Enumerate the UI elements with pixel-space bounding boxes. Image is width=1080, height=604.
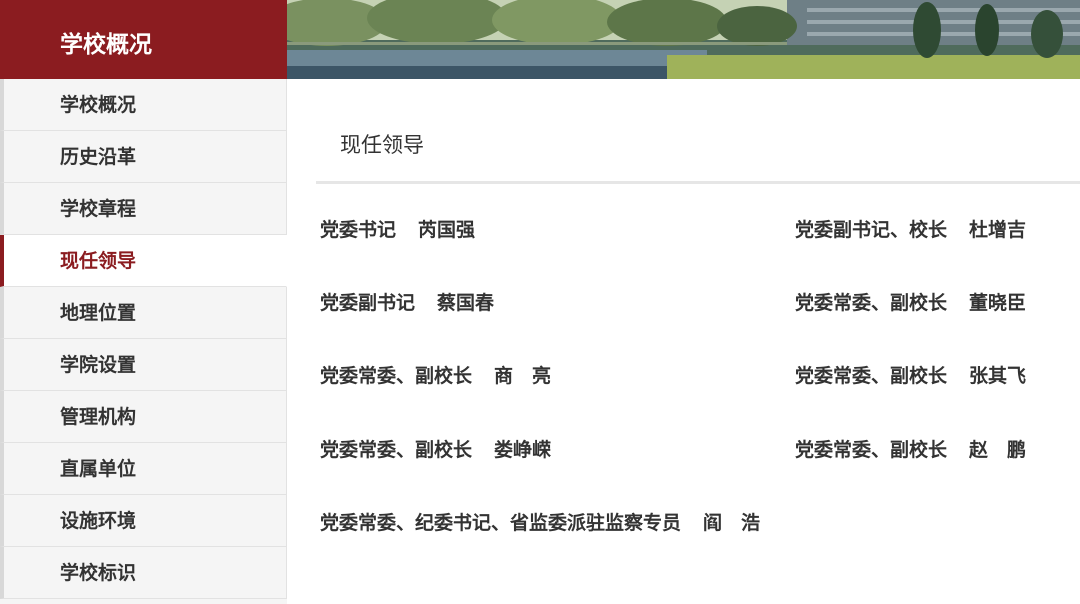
leader-title: 党委常委、纪委书记、省监委派驻监察专员	[320, 512, 682, 534]
main-content: 现任领导 党委书记 芮国强 党委副书记、校长 杜增吉 党委副书记 蔡国春 党委常委、副…	[287, 79, 1080, 604]
leader-entry: 党委常委、副校长赵 鹏	[795, 435, 1026, 462]
sidebar-item-identity[interactable]: 学校标识	[0, 547, 287, 599]
sidebar-nav: 学校概况 历史沿革 学校章程 现任领导 地理位置 学院设置 管理机构 直属单位 …	[0, 79, 287, 599]
leader-name: 商 亮	[494, 365, 552, 387]
leader-title: 党委书记	[320, 219, 397, 241]
leader-title: 党委副书记	[320, 292, 416, 314]
leader-entry: 党委常委、纪委书记、省监委派驻监察专员阎 浩	[320, 508, 760, 535]
leader-title: 党委常委、副校长	[795, 439, 948, 461]
leader-name: 杜增吉	[969, 219, 1027, 241]
leader-title: 党委常委、副校长	[795, 365, 948, 387]
title-divider	[316, 181, 1080, 184]
leader-title: 党委常委、副校长	[795, 292, 948, 314]
campus-banner-image	[287, 0, 1080, 79]
leader-entry: 党委副书记 蔡国春	[320, 288, 494, 315]
leader-name: 董晓臣	[969, 292, 1027, 314]
leader-name: 芮国强	[418, 219, 476, 241]
leader-title: 党委常委、副校长	[320, 365, 473, 387]
leader-name: 蔡国春	[437, 292, 495, 314]
sidebar-item-charter[interactable]: 学校章程	[0, 183, 287, 235]
leader-entry: 党委常委、副校长 张其飞	[795, 361, 1026, 388]
leader-name: 娄峥嵘	[494, 439, 552, 461]
leader-name: 阎 浩	[703, 512, 761, 534]
sidebar-item-history[interactable]: 历史沿革	[0, 131, 287, 183]
leader-entry: 党委常委、副校长 董晓臣	[795, 288, 1026, 315]
sidebar-item-overview[interactable]: 学校概况	[0, 79, 287, 131]
sidebar-title: 学校概况	[0, 0, 287, 79]
sidebar-item-administration[interactable]: 管理机构	[0, 391, 287, 443]
leader-name: 张其飞	[969, 365, 1027, 387]
leader-entry: 党委常委、副校长 娄峥嵘	[320, 435, 551, 462]
leader-title: 党委副书记、校长	[795, 219, 948, 241]
sidebar-item-location[interactable]: 地理位置	[0, 287, 287, 339]
leader-name: 赵 鹏	[969, 439, 1027, 461]
sidebar-item-current-leaders[interactable]: 现任领导	[0, 235, 287, 287]
leader-entry: 党委书记 芮国强	[320, 215, 475, 242]
leader-entry: 党委副书记、校长 杜增吉	[795, 215, 1026, 242]
sidebar-item-colleges[interactable]: 学院设置	[0, 339, 287, 391]
leader-entry: 党委常委、副校长商 亮	[320, 361, 551, 388]
sidebar-item-affiliated-units[interactable]: 直属单位	[0, 443, 287, 495]
leader-title: 党委常委、副校长	[320, 439, 473, 461]
sidebar: 学校概况 学校概况 历史沿革 学校章程 现任领导 地理位置 学院设置 管理机构 …	[0, 0, 287, 604]
sidebar-item-facilities[interactable]: 设施环境	[0, 495, 287, 547]
page-title: 现任领导	[340, 133, 424, 157]
